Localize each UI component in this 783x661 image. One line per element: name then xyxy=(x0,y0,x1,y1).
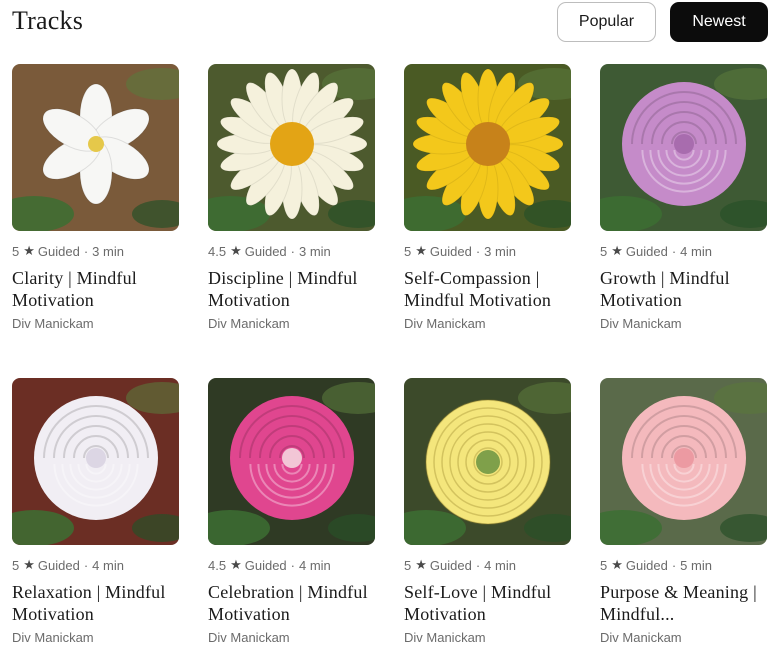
flower-image xyxy=(600,378,767,545)
track-card[interactable]: 5 ★ Guided · 4 min Growth | Mindful Motivatio… xyxy=(600,64,768,331)
track-duration: 3 min xyxy=(92,243,124,259)
track-title[interactable]: Growth | Mindful Motivation xyxy=(600,267,768,311)
track-thumbnail[interactable] xyxy=(12,64,179,231)
track-title[interactable]: Self-Compassion | Mindful Motivation xyxy=(404,267,572,311)
track-card[interactable]: 5 ★ Guided · 3 min Self-Compassion | Mindful … xyxy=(404,64,572,331)
star-icon: ★ xyxy=(415,557,427,572)
separator-dot: · xyxy=(290,243,295,259)
track-meta: 5 ★ Guided · 5 min xyxy=(600,557,768,573)
separator-dot: · xyxy=(671,557,677,573)
flower-image xyxy=(12,64,179,231)
header-bar: Tracks Popular Newest xyxy=(0,0,783,46)
track-meta: 5 ★ Guided · 4 min xyxy=(404,557,572,573)
track-type: Guided xyxy=(244,557,287,573)
track-thumbnail[interactable] xyxy=(600,378,767,545)
separator-dot: · xyxy=(290,557,295,573)
track-title[interactable]: Purpose & Meaning | Mindful... xyxy=(600,581,768,625)
star-icon: ★ xyxy=(230,557,242,572)
track-card[interactable]: 5 ★ Guided · 4 min Relaxation | Mindful Motiv… xyxy=(12,378,180,645)
track-title[interactable]: Clarity | Mindful Motivation xyxy=(12,267,180,311)
track-duration: 3 min xyxy=(299,243,331,259)
track-rating: 5 xyxy=(404,557,412,573)
flower-image xyxy=(208,378,375,545)
track-author: Div Manickam xyxy=(12,316,94,331)
track-type: Guided xyxy=(429,557,472,573)
track-card[interactable]: 4.5 ★ Guided · 3 min Discipline | Mindful Mot… xyxy=(208,64,376,331)
flower-image xyxy=(12,378,179,545)
track-author: Div Manickam xyxy=(404,316,486,331)
track-rating: 5 xyxy=(600,243,608,259)
track-title[interactable]: Relaxation | Mindful Motivation xyxy=(12,581,180,625)
track-type: Guided xyxy=(625,243,668,259)
track-meta: 5 ★ Guided · 3 min xyxy=(12,243,180,259)
track-rating: 5 xyxy=(404,243,412,259)
star-icon: ★ xyxy=(23,243,35,258)
track-meta: 4.5 ★ Guided · 3 min xyxy=(208,243,376,259)
track-author: Div Manickam xyxy=(208,316,290,331)
track-meta: 5 ★ Guided · 4 min xyxy=(12,557,180,573)
track-meta: 4.5 ★ Guided · 4 min xyxy=(208,557,376,573)
flower-image xyxy=(404,378,571,545)
separator-dot: · xyxy=(475,557,481,573)
sort-popular-button[interactable]: Popular xyxy=(557,2,656,42)
track-rating: 5 xyxy=(12,243,20,259)
track-duration: 3 min xyxy=(484,243,516,259)
track-thumbnail[interactable] xyxy=(208,378,375,545)
track-meta: 5 ★ Guided · 3 min xyxy=(404,243,572,259)
star-icon: ★ xyxy=(415,243,427,258)
track-title[interactable]: Self-Love | Mindful Motivation xyxy=(404,581,572,625)
track-author: Div Manickam xyxy=(12,630,94,645)
track-card[interactable]: 5 ★ Guided · 4 min Self-Love | Mindful Motiva… xyxy=(404,378,572,645)
star-icon: ★ xyxy=(230,243,242,258)
track-rating: 5 xyxy=(12,557,20,573)
track-rating: 4.5 xyxy=(208,243,227,259)
track-meta: 5 ★ Guided · 4 min xyxy=(600,243,768,259)
sort-newest-button[interactable]: Newest xyxy=(670,2,768,42)
flower-image xyxy=(208,64,375,231)
separator-dot: · xyxy=(83,243,89,259)
track-type: Guided xyxy=(244,243,287,259)
flower-image xyxy=(600,64,767,231)
track-author: Div Manickam xyxy=(208,630,290,645)
track-rating: 4.5 xyxy=(208,557,227,573)
track-thumbnail[interactable] xyxy=(404,378,571,545)
separator-dot: · xyxy=(475,243,481,259)
track-author: Div Manickam xyxy=(600,630,682,645)
track-title[interactable]: Discipline | Mindful Motivation xyxy=(208,267,376,311)
track-rating: 5 xyxy=(600,557,608,573)
track-duration: 5 min xyxy=(680,557,712,573)
track-title[interactable]: Celebration | Mindful Motivation xyxy=(208,581,376,625)
track-type: Guided xyxy=(37,243,80,259)
track-thumbnail[interactable] xyxy=(404,64,571,231)
track-type: Guided xyxy=(429,243,472,259)
track-duration: 4 min xyxy=(484,557,516,573)
track-author: Div Manickam xyxy=(404,630,486,645)
star-icon: ★ xyxy=(611,557,623,572)
track-thumbnail[interactable] xyxy=(600,64,767,231)
track-duration: 4 min xyxy=(299,557,331,573)
page-title: Tracks xyxy=(12,6,84,35)
track-type: Guided xyxy=(37,557,80,573)
separator-dot: · xyxy=(83,557,89,573)
track-author: Div Manickam xyxy=(600,316,682,331)
track-thumbnail[interactable] xyxy=(12,378,179,545)
track-thumbnail[interactable] xyxy=(208,64,375,231)
star-icon: ★ xyxy=(611,243,623,258)
track-type: Guided xyxy=(625,557,668,573)
track-card[interactable]: 5 ★ Guided · 3 min Clarity | Mindful Motivati… xyxy=(12,64,180,331)
track-duration: 4 min xyxy=(92,557,124,573)
track-duration: 4 min xyxy=(680,243,712,259)
star-icon: ★ xyxy=(23,557,35,572)
track-card[interactable]: 4.5 ★ Guided · 4 min Celebration | Mindful Mo… xyxy=(208,378,376,645)
track-card[interactable]: 5 ★ Guided · 5 min Purpose & Meaning | Mindfu… xyxy=(600,378,768,645)
flower-image xyxy=(404,64,571,231)
separator-dot: · xyxy=(671,243,677,259)
